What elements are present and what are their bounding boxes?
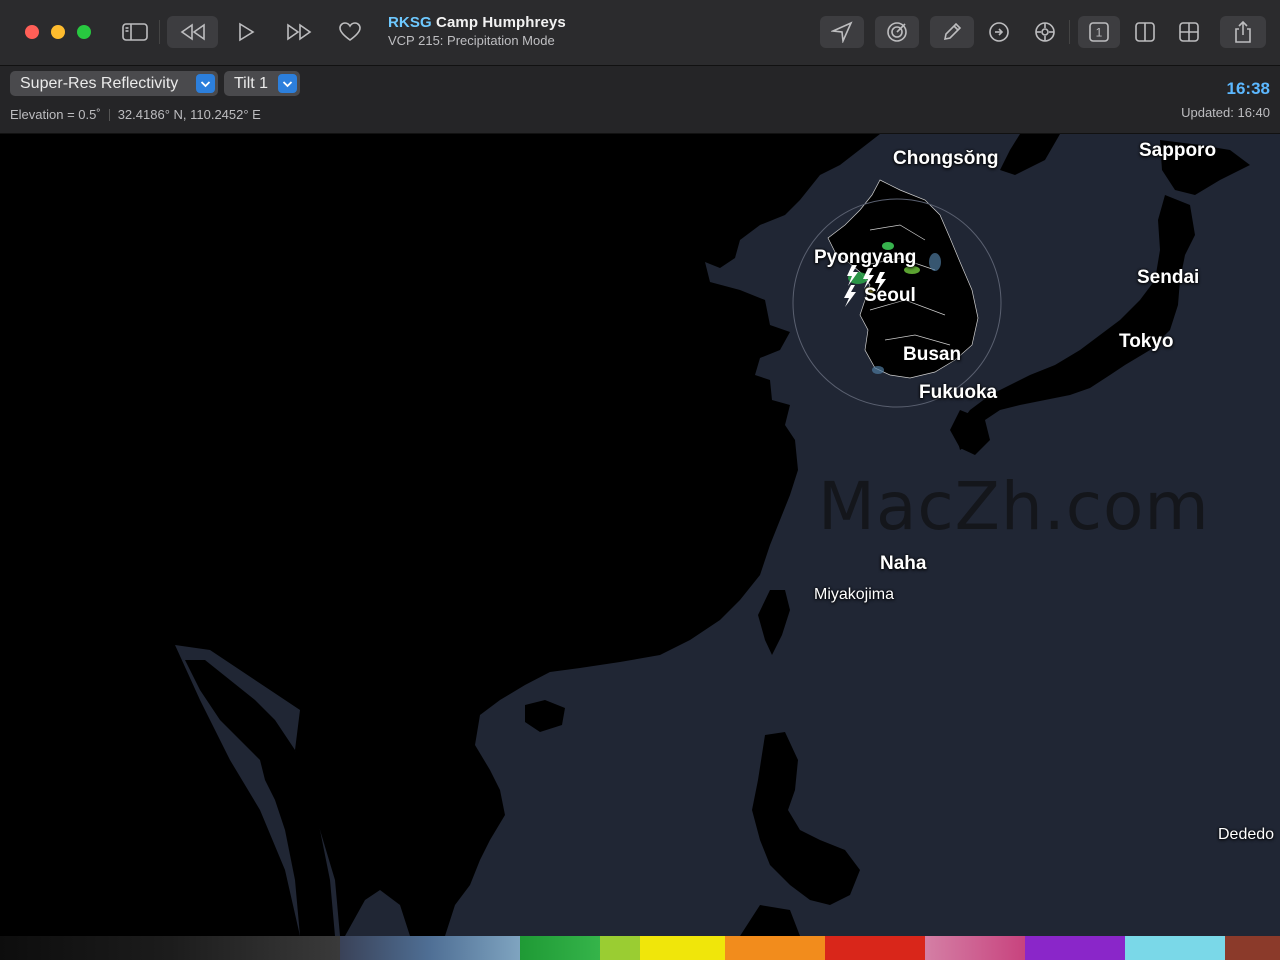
quad-pane-icon [1179,22,1199,42]
city-label-dededo: Dededo [1218,826,1275,843]
share-button[interactable] [1220,16,1266,48]
city-label-naha: Naha [880,553,927,574]
window-controls [25,25,91,39]
scan-time: 16:38 [1226,79,1270,98]
single-pane-button[interactable]: 1 [1078,16,1120,48]
single-pane-number: 1 [1096,26,1103,40]
sidebar-icon [122,23,148,41]
split-pane-button[interactable] [1128,16,1162,48]
window-title: RKSG Camp Humphreys VCP 215: Precipitati… [388,14,566,48]
fast-forward-icon [287,23,312,41]
elevation-info: Elevation = 0.5˚ 32.4186° N, 110.2452° E [10,107,261,122]
heart-icon [339,22,361,41]
radar-map[interactable]: MacZh.com Chongsŏng Sapporo Pyongyang Se… [0,134,1280,936]
city-label-pyongyang: Pyongyang [814,247,917,268]
land-far-east [1000,134,1060,175]
land-philippines [752,732,860,905]
title-bar: RKSG Camp Humphreys VCP 215: Precipitati… [0,0,1280,66]
pencil-icon [943,22,962,41]
fast-forward-button[interactable] [280,16,318,48]
single-pane-icon: 1 [1089,22,1109,42]
reflectivity-color-scale [0,936,1280,960]
city-label-seoul: Seoul [864,285,916,306]
city-label-sendai: Sendai [1137,267,1200,288]
radar-sweep-icon [887,22,907,42]
land-hainan [525,700,565,732]
cursor-coordinates: 32.4186° N, 110.2452° E [117,107,261,122]
quad-pane-button[interactable] [1172,16,1206,48]
watermark: MacZh.com [818,468,1210,545]
city-label-fukuoka: Fukuoka [919,382,998,403]
product-select-value: Super-Res Reflectivity [20,74,179,92]
history-button[interactable] [983,16,1015,48]
radar-sweep-button[interactable] [875,16,919,48]
crosshair-icon [1035,22,1055,42]
control-bar: Super-Res Reflectivity Tilt 1 Elevation … [0,66,1280,134]
updated-time: Updated: 16:40 [1181,105,1270,120]
city-label-sapporo: Sapporo [1139,140,1217,161]
location-arrow-icon [831,21,853,43]
city-label-tokyo: Tokyo [1119,331,1174,352]
station-name: Camp Humphreys [436,14,566,31]
elevation-value: Elevation = 0.5˚ [10,107,101,122]
sidebar-toggle-button[interactable] [118,16,152,48]
split-pane-icon [1135,22,1155,42]
tilt-select[interactable]: Tilt 1 [224,71,300,96]
chevron-down-icon [196,74,215,93]
city-label-miyakojima: Miyakojima [814,586,895,603]
tilt-select-value: Tilt 1 [234,74,269,92]
city-label-busan: Busan [903,344,962,365]
chevron-down-icon [278,74,297,93]
favorite-button[interactable] [334,16,366,48]
rewind-icon [180,23,205,41]
product-select[interactable]: Super-Res Reflectivity [10,71,218,96]
land-honshu [955,195,1195,450]
play-icon [239,22,255,42]
play-button[interactable] [230,16,262,48]
rewind-button[interactable] [167,16,218,48]
draw-button[interactable] [930,16,974,48]
zoom-window-button[interactable] [77,25,91,39]
share-icon [1235,20,1251,43]
history-icon [989,22,1009,42]
crosshair-button[interactable] [1028,16,1062,48]
land-taiwan [758,590,790,655]
station-id: RKSG [388,14,432,31]
land-mindanao [740,905,800,936]
city-label-chongsong: Chongsŏng [893,148,999,169]
close-window-button[interactable] [25,25,39,39]
minimize-window-button[interactable] [51,25,65,39]
vcp-mode: VCP 215: Precipitation Mode [388,33,555,48]
location-button[interactable] [820,16,864,48]
